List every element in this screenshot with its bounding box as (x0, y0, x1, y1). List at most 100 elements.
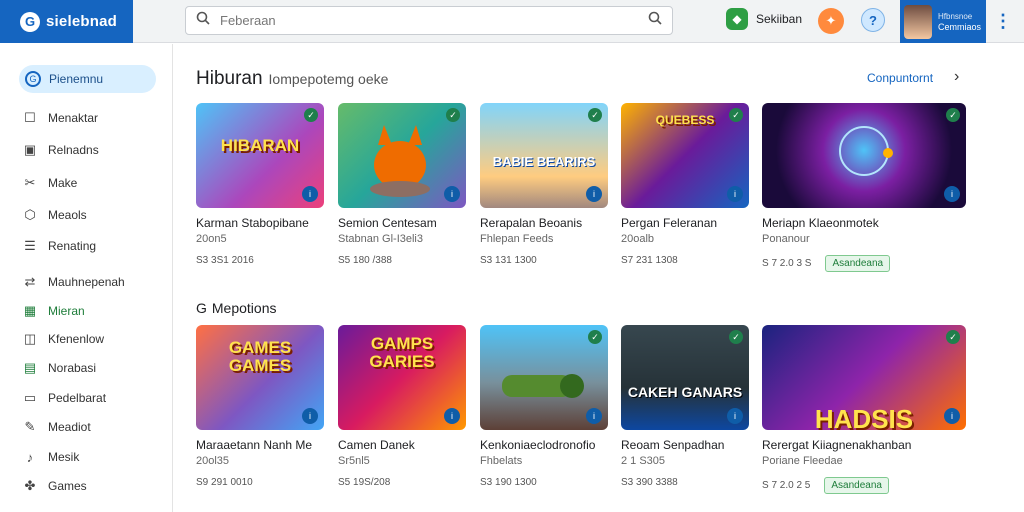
app-title: Karman Stabopibane (196, 216, 309, 230)
sidebar-item-label: Mesik (48, 450, 80, 464)
app-card[interactable]: ✓ i Meriapn Klaeonmotek Ponanour S 7 2.0… (762, 103, 968, 272)
sidebar-item[interactable]: ⇄ Mauhnepenah (22, 273, 125, 291)
sidebar-item-label: Pienemnu (49, 72, 104, 86)
app-thumbnail: ✓ i (762, 103, 966, 208)
check-icon: ✓ (946, 330, 960, 344)
square-icon: ☐ (24, 110, 36, 125)
app-meta: S3 390 3388 (621, 477, 751, 488)
section-header: Hiburan Iompepotemg oeke (196, 68, 388, 90)
top-bar: G sielebnad ◆ Sekiiban ✦ ? Hfbnsnoe Cemm… (0, 0, 1024, 43)
sidebar-item[interactable]: ☰ Renating (22, 237, 96, 255)
app-meta-text: S5 180 /388 (338, 255, 392, 266)
app-card[interactable]: CAKEH GANARS ✓ i Reoam Senpadhan 2 1 S30… (621, 325, 751, 488)
app-meta: S5 19S/208 (338, 477, 468, 488)
section-title: Hiburan (196, 68, 263, 89)
sidebar-item[interactable]: ✎ Meadiot (22, 418, 91, 436)
promotions-icon: G (196, 300, 207, 316)
app-thumbnail: CAKEH GANARS ✓ i (621, 325, 749, 430)
sidebar-item[interactable]: ⬡ Meaols (22, 206, 86, 224)
brand-name: sielebnad (46, 13, 117, 30)
sidebar-item[interactable]: ☐ Menaktar (22, 109, 98, 127)
app-card[interactable]: GAMPS GARIES i Camen Danek Sr5nl5 S5 19S… (338, 325, 468, 488)
swap-icon: ⇄ (24, 274, 36, 289)
sidebar-item[interactable]: ✤ Games (22, 477, 87, 495)
brand[interactable]: G sielebnad (0, 0, 133, 43)
check-icon: ✓ (446, 108, 460, 122)
app-shortcut[interactable]: ◆ Sekiiban (726, 8, 802, 30)
info-icon: i (444, 186, 460, 202)
sidebar-item[interactable]: ▤ Norabasi (22, 359, 96, 377)
app-title: Camen Danek (338, 438, 415, 452)
thumbnail-text: GAMES GAMES (228, 338, 292, 375)
sidebar-item-label: Games (48, 479, 87, 493)
check-icon: ✓ (729, 108, 743, 122)
app-card[interactable]: HADSIS ✓ i Rerergat Kiiagnenakhanban Por… (762, 325, 968, 494)
grid-icon: ▦ (23, 303, 37, 318)
home-icon: G (25, 71, 41, 87)
pen-icon: ✎ (24, 419, 36, 434)
info-icon: i (302, 186, 318, 202)
status-badge[interactable]: Asandeana (825, 255, 891, 272)
sidebar-item-label: Kfenenlow (48, 332, 105, 346)
app-title: Maraaetann Nanh Me (196, 438, 313, 452)
section2-title: Mepotions (211, 300, 277, 316)
info-icon: i (586, 408, 602, 424)
sidebar-item[interactable]: ▦ Mieran (22, 302, 85, 320)
app-card[interactable]: GAMES GAMES i Maraaetann Nanh Me 20ol35 … (196, 325, 326, 488)
app-meta: S 7 2.0 3 S Asandeana (762, 255, 968, 272)
sidebar-item[interactable]: ♪ Mesik (22, 448, 80, 466)
shield-icon: ⬡ (24, 207, 36, 222)
app-meta-text: S3 131 1300 (480, 255, 537, 266)
notification-icon[interactable]: ✦ (818, 8, 844, 34)
app-meta-text: S3 190 1300 (480, 477, 537, 488)
app-card[interactable]: BABIE BEARIRS ✓ i Rerapalan Beoanis Fhle… (480, 103, 610, 266)
app-card[interactable]: ✓ i Kenkoniaeclodronofio Fhbelats S3 190… (480, 325, 610, 488)
app-subtitle: Poriane Fleedae (762, 455, 843, 467)
app-meta-text: S7 231 1308 (621, 255, 678, 266)
check-icon: ✓ (588, 108, 602, 122)
app-thumbnail: BABIE BEARIRS ✓ i (480, 103, 608, 208)
sidebar-item-label: Renating (48, 239, 97, 253)
check-icon: ✓ (729, 330, 743, 344)
profile-line2: Cemmiaos (938, 21, 982, 32)
app-subtitle: 20on5 (196, 233, 227, 245)
app-shortcut-label: Sekiiban (756, 12, 803, 26)
sidebar-item[interactable]: ◫ Kfenenlow (22, 330, 104, 348)
sidebar-item[interactable]: ▭ Pedelbarat (22, 389, 106, 407)
chevron-right-icon[interactable]: › (954, 68, 959, 86)
app-card[interactable]: ✓ i Semion Centesam Stabnan Gl-I3eli3 S5… (338, 103, 468, 266)
note-icon: ▤ (23, 360, 37, 375)
sidebar-item-label: Meadiot (48, 420, 91, 434)
search-submit-icon[interactable] (648, 11, 662, 30)
app-title: Semion Centesam (338, 216, 437, 230)
search-bar[interactable] (185, 6, 673, 35)
app-meta-text: S9 291 0010 (196, 477, 253, 488)
app-subtitle: 2 1 S305 (621, 455, 666, 467)
profile-menu[interactable]: Hfbnsnoe Cemmiaos (900, 0, 986, 43)
check-icon: ✓ (304, 108, 318, 122)
info-icon: i (944, 186, 960, 202)
info-icon: i (444, 408, 460, 424)
more-menu-icon[interactable]: ⋮ (993, 10, 1013, 32)
music-icon: ♪ (26, 449, 34, 465)
app-meta: S3 190 1300 (480, 477, 610, 488)
box-icon: ◫ (23, 331, 37, 346)
sidebar-item-label: Norabasi (48, 361, 97, 375)
sidebar-item[interactable]: ▣ Relnadns (22, 141, 99, 159)
avatar (904, 4, 932, 39)
app-thumbnail: GAMPS GARIES i (338, 325, 466, 430)
status-badge[interactable]: Asandeana (824, 477, 889, 494)
section-header-2: G Mepotions (196, 300, 276, 316)
app-card[interactable]: QUEBESS ✓ i Pergan Feleranan 20oalb S7 2… (621, 103, 751, 266)
app-meta-text: S5 19S/208 (338, 477, 391, 488)
app-card[interactable]: HIBARAN ✓ i Karman Stabopibane 20on5 S3 … (196, 103, 326, 266)
sidebar-item[interactable]: ✂ Make (22, 174, 78, 192)
search-input[interactable] (220, 13, 648, 28)
sidebar-item-active[interactable]: G Pienemnu (19, 65, 156, 93)
doc-icon: ▭ (23, 390, 37, 405)
see-all-link[interactable]: Conpuntornt (867, 71, 933, 85)
app-meta-text: S 7 2.0 3 S (762, 258, 812, 269)
info-icon: i (586, 186, 602, 202)
help-icon[interactable]: ? (861, 8, 885, 32)
app-subtitle: Fhlepan Feeds (480, 233, 554, 245)
